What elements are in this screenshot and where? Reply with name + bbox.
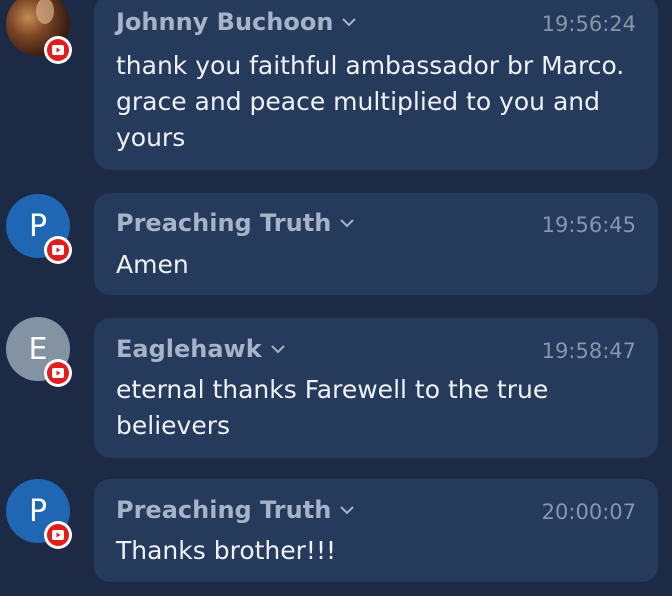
author-name[interactable]: Johnny Buchoon: [116, 8, 357, 36]
youtube-icon: [52, 530, 64, 540]
avatar-letter: P: [28, 208, 48, 244]
message-text: thank you faithful ambassador br Marco. …: [116, 51, 625, 152]
youtube-badge: [44, 359, 72, 387]
message-text: Amen: [116, 250, 189, 279]
author-name[interactable]: Preaching Truth: [116, 209, 355, 237]
message-bubble: Preaching Truth 20:00:07 Thanks brother!…: [94, 479, 658, 582]
chat-feed: Johnny Buchoon 19:56:24 thank you faithf…: [0, 0, 672, 596]
message-bubble: Johnny Buchoon 19:56:24 thank you faithf…: [94, 0, 658, 170]
chevron-down-icon[interactable]: [270, 344, 286, 354]
youtube-badge: [44, 521, 72, 549]
chevron-down-icon[interactable]: [339, 505, 355, 515]
message-time: 19:58:47: [541, 339, 636, 363]
chevron-down-icon[interactable]: [339, 218, 355, 228]
youtube-icon: [52, 45, 64, 55]
youtube-badge: [44, 36, 72, 64]
author-label: Preaching Truth: [116, 209, 332, 237]
author-label: Eaglehawk: [116, 335, 262, 363]
message-bubble: Eaglehawk 19:58:47 eternal thanks Farewe…: [94, 318, 658, 458]
avatar-letter: E: [28, 331, 48, 367]
message-time: 19:56:24: [541, 12, 636, 36]
chevron-down-icon[interactable]: [341, 17, 357, 27]
author-label: Preaching Truth: [116, 496, 332, 524]
author-name[interactable]: Eaglehawk: [116, 335, 286, 363]
youtube-icon: [52, 245, 64, 255]
message-time: 20:00:07: [541, 500, 636, 524]
author-label: Johnny Buchoon: [116, 8, 334, 36]
author-name[interactable]: Preaching Truth: [116, 496, 355, 524]
message-bubble: Preaching Truth 19:56:45 Amen: [94, 193, 658, 295]
youtube-icon: [52, 368, 64, 378]
avatar-letter: P: [28, 493, 48, 529]
message-text: Thanks brother!!!: [116, 536, 336, 565]
youtube-badge: [44, 236, 72, 264]
message-time: 19:56:45: [541, 213, 636, 237]
message-text: eternal thanks Farewell to the true beli…: [116, 375, 549, 440]
